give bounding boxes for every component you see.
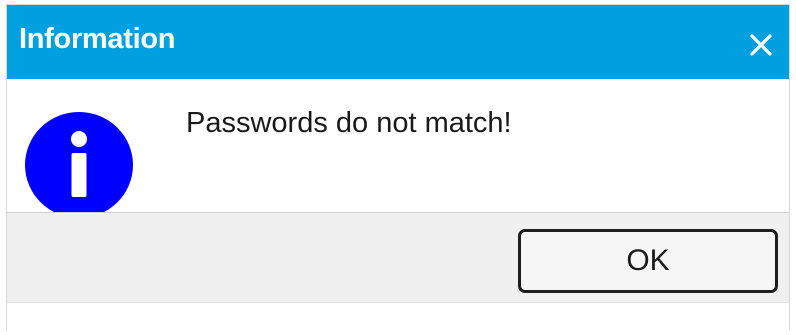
information-dialog: Information Passwords do not match! OK [6,4,790,331]
dialog-title: Information [19,23,176,55]
ok-button[interactable]: OK [518,229,778,293]
dialog-titlebar: Information [7,5,789,79]
dialog-bottom-edge [7,302,789,331]
dialog-message: Passwords do not match! [186,107,512,139]
info-icon [24,111,134,219]
dialog-body: Passwords do not match! [7,79,789,218]
close-button[interactable] [743,27,779,63]
close-icon [750,34,772,56]
dialog-footer: OK [7,212,789,302]
